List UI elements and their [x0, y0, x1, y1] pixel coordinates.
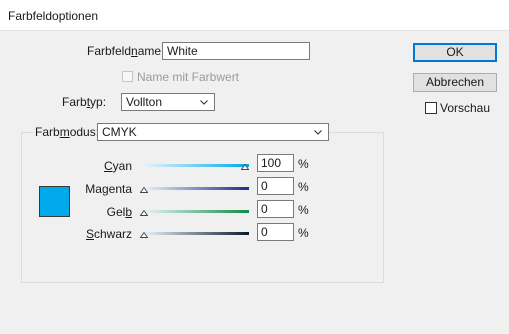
color-type-label: Farbtyp: [62, 95, 107, 109]
slider-thumb-icon[interactable] [140, 232, 148, 238]
magenta-value-input[interactable]: 0 [257, 177, 294, 195]
chevron-down-icon [200, 100, 208, 105]
black-label: Schwarz [85, 227, 132, 241]
color-mode-select[interactable]: CMYK [97, 123, 329, 141]
chevron-down-icon [314, 130, 322, 135]
slider-track [144, 187, 249, 190]
ok-button[interactable]: OK [413, 43, 497, 62]
yellow-unit: % [298, 203, 309, 217]
cyan-value-input[interactable]: 100 [257, 154, 294, 172]
slider-track [144, 232, 249, 235]
preview-label: Vorschau [440, 101, 491, 115]
cyan-label: Cyan [103, 159, 132, 173]
swatch-name-input[interactable]: White [162, 42, 310, 60]
yellow-value-input[interactable]: 0 [257, 200, 294, 218]
slider-thumb-icon[interactable] [140, 187, 148, 193]
name-with-color-label: Name mit Farbwert [137, 70, 240, 84]
dialog-body: Farbfeldname: White Name mit Farbwert Fa… [0, 31, 509, 334]
magenta-slider[interactable] [140, 182, 249, 194]
swatch-name-label: Farbfeldname: [87, 44, 165, 58]
cyan-slider[interactable] [141, 159, 249, 171]
black-value-input[interactable]: 0 [257, 223, 294, 241]
yellow-label: Gelb [106, 205, 132, 219]
window-title: Farbfeldoptionen [8, 9, 99, 23]
cyan-unit: % [298, 157, 309, 171]
title-bar: Farbfeldoptionen [0, 0, 509, 31]
magenta-label: Magenta [85, 182, 132, 196]
slider-thumb-icon[interactable] [241, 164, 249, 170]
yellow-slider[interactable] [140, 205, 249, 217]
preview-checkbox[interactable] [425, 102, 437, 114]
slider-track [144, 164, 249, 167]
cancel-button[interactable]: Abbrechen [413, 73, 497, 92]
color-mode-label: Farbmodus: [33, 125, 102, 139]
black-unit: % [298, 226, 309, 240]
magenta-unit: % [298, 180, 309, 194]
color-mode-value: CMYK [102, 125, 137, 139]
color-type-value: Vollton [126, 95, 163, 109]
slider-track [144, 210, 249, 213]
black-slider[interactable] [140, 227, 249, 239]
color-type-select[interactable]: Vollton [121, 93, 215, 111]
slider-thumb-icon[interactable] [140, 210, 148, 216]
color-swatch-preview [39, 186, 70, 217]
name-with-color-checkbox[interactable] [122, 71, 133, 82]
